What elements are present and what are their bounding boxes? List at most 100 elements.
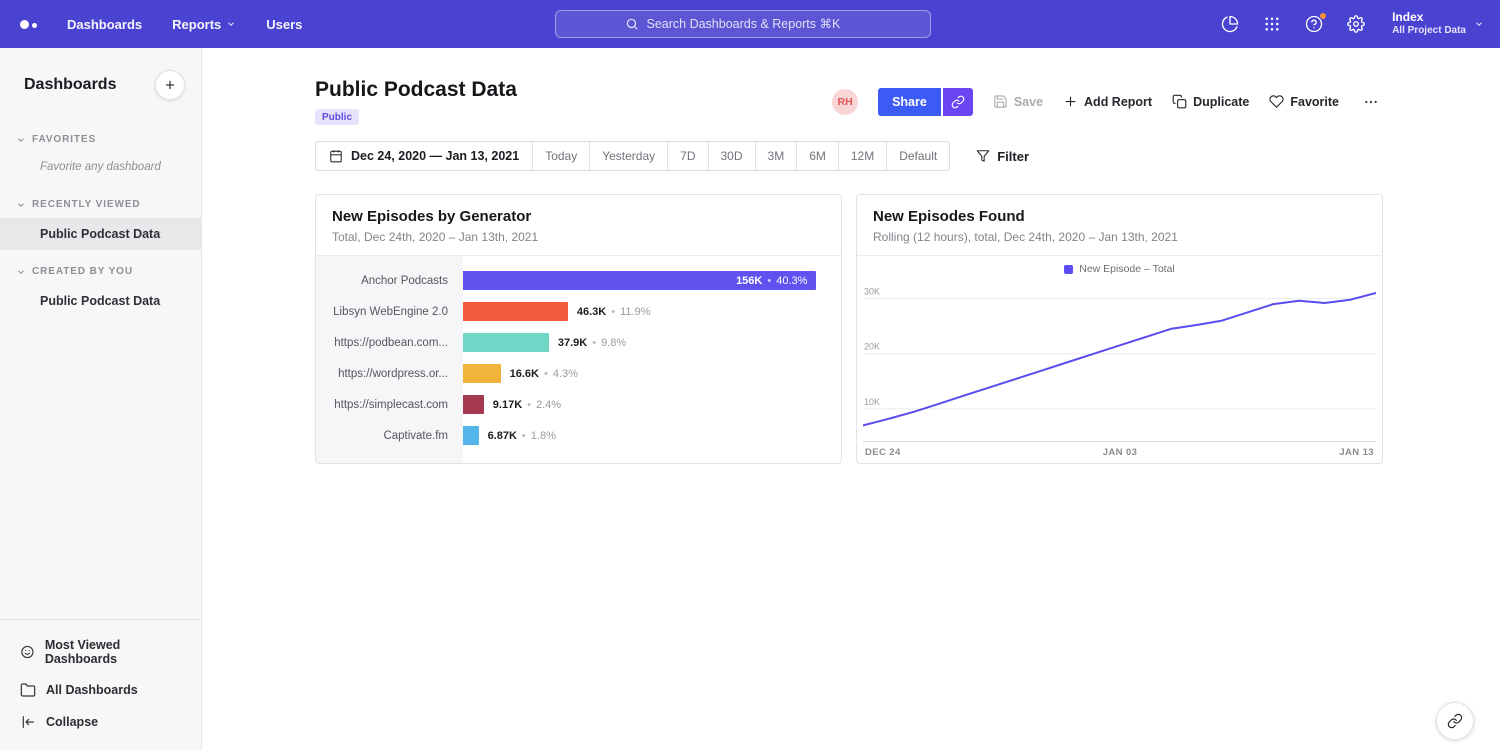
nav-users[interactable]: Users — [266, 17, 302, 32]
ellipsis-icon — [1363, 94, 1379, 110]
line-chart: New Episode – Total 30K20K10K DEC 24 JAN… — [857, 256, 1382, 458]
main-content: Public Podcast Data Public RH Share Save — [202, 48, 1500, 750]
section-recently-viewed[interactable]: RECENTLY VIEWED — [0, 191, 201, 218]
usage-chart-icon[interactable] — [1220, 14, 1240, 34]
add-report-button[interactable]: Add Report — [1063, 94, 1152, 109]
sidebar-item-public-podcast-data[interactable]: Public Podcast Data — [0, 218, 201, 250]
chevron-down-icon — [226, 19, 236, 29]
bar-segment[interactable] — [463, 302, 568, 321]
bar-track: 46.3K•11.9% — [463, 302, 841, 321]
data-line[interactable] — [863, 293, 1376, 425]
collapse-left-icon — [20, 714, 36, 730]
global-search-bar[interactable] — [555, 10, 931, 38]
duplicate-button[interactable]: Duplicate — [1172, 94, 1249, 109]
chevron-down-icon — [16, 267, 26, 277]
bar-value-label: 9.17K•2.4% — [493, 399, 561, 411]
legend-swatch — [1064, 265, 1073, 274]
sidebar-item-public-podcast-data[interactable]: Public Podcast Data — [0, 285, 201, 317]
bar-track: 9.17K•2.4% — [463, 395, 841, 414]
avatar[interactable]: RH — [832, 89, 858, 115]
chart-legend: New Episode – Total — [863, 256, 1376, 282]
project-name: Index — [1392, 10, 1466, 25]
nav-dashboards[interactable]: Dashboards — [67, 17, 142, 32]
bar-row: https://simplecast.com9.17K•2.4% — [316, 389, 841, 420]
collapse-sidebar-button[interactable]: Collapse — [0, 706, 201, 738]
preset-30d[interactable]: 30D — [708, 142, 755, 170]
search-input[interactable] — [647, 17, 862, 31]
notification-badge — [1319, 12, 1327, 20]
chart-subtitle: Rolling (12 hours), total, Dec 24th, 202… — [873, 230, 1366, 244]
bar-track: 16.6K•4.3% — [463, 364, 841, 383]
favorite-label: Favorite — [1290, 95, 1339, 109]
section-created-by-you[interactable]: CREATED BY YOU — [0, 258, 201, 285]
all-dashboards-button[interactable]: All Dashboards — [0, 674, 201, 706]
folder-icon — [20, 682, 36, 698]
line-chart-svg: 30K20K10K — [863, 282, 1376, 442]
bar-value-label: 16.6K•4.3% — [510, 368, 578, 380]
project-subtitle: All Project Data — [1392, 25, 1466, 38]
preset-default[interactable]: Default — [886, 142, 949, 170]
add-dashboard-button[interactable] — [155, 70, 185, 100]
visibility-badge: Public — [315, 109, 359, 125]
nav-reports[interactable]: Reports — [172, 17, 236, 32]
preset-12m[interactable]: 12M — [838, 142, 886, 170]
app-logo[interactable] — [16, 20, 41, 29]
preset-7d[interactable]: 7D — [667, 142, 707, 170]
bar-segment[interactable]: 156K•40.3% — [463, 271, 816, 290]
footer-label: Most Viewed Dashboards — [45, 638, 185, 666]
footer-label: All Dashboards — [46, 683, 138, 697]
date-toolbar: Dec 24, 2020 — Jan 13, 2021 Today Yester… — [315, 141, 1383, 171]
bar-value-label: 46.3K•11.9% — [577, 306, 651, 318]
most-viewed-dashboards-button[interactable]: Most Viewed Dashboards — [0, 630, 201, 674]
copy-link-fab[interactable] — [1436, 702, 1474, 740]
page-title: Public Podcast Data — [315, 78, 517, 102]
filter-funnel-icon — [976, 149, 990, 163]
filter-button[interactable]: Filter — [976, 149, 1029, 164]
chevron-down-icon — [1474, 19, 1484, 29]
share-button[interactable]: Share — [878, 88, 941, 116]
bar-category-label: https://podbean.com... — [316, 337, 463, 349]
more-options-button[interactable] — [1359, 90, 1383, 114]
sidebar-title: Dashboards — [24, 76, 116, 94]
bar-category-label: Captivate.fm — [316, 430, 463, 442]
footer-label: Collapse — [46, 715, 98, 729]
legend-label: New Episode – Total — [1079, 263, 1175, 275]
x-tick: JAN 03 — [1103, 447, 1138, 458]
bar-value-label: 37.9K•9.8% — [558, 337, 626, 349]
chart-subtitle: Total, Dec 24th, 2020 – Jan 13th, 2021 — [332, 230, 825, 244]
sidebar: Dashboards FAVORITES Favorite any dashbo… — [0, 48, 202, 750]
filter-label: Filter — [997, 149, 1029, 164]
bar-segment[interactable] — [463, 395, 484, 414]
bar-value-label: 156K•40.3% — [736, 275, 816, 287]
chart-title: New Episodes Found — [873, 208, 1366, 225]
duplicate-icon — [1172, 94, 1187, 109]
link-icon — [951, 95, 965, 109]
logo-dot-icon — [32, 23, 37, 28]
favorite-button[interactable]: Favorite — [1269, 94, 1339, 109]
search-icon — [625, 17, 639, 31]
save-label: Save — [1014, 95, 1043, 109]
save-button[interactable]: Save — [993, 94, 1043, 109]
top-navigation-bar: Dashboards Reports Users — [0, 0, 1500, 48]
bar-segment[interactable] — [463, 426, 479, 445]
preset-today[interactable]: Today — [532, 142, 589, 170]
preset-yesterday[interactable]: Yesterday — [589, 142, 667, 170]
apps-grid-icon[interactable] — [1262, 14, 1282, 34]
preset-6m[interactable]: 6M — [796, 142, 838, 170]
section-label: FAVORITES — [32, 134, 96, 145]
section-label: CREATED BY YOU — [32, 266, 133, 277]
x-axis-labels: DEC 24 JAN 03 JAN 13 — [863, 442, 1376, 458]
bar-category-label: Anchor Podcasts — [316, 275, 463, 287]
plus-icon — [1063, 94, 1078, 109]
project-selector[interactable]: Index All Project Data — [1392, 10, 1484, 38]
help-icon[interactable] — [1304, 14, 1324, 34]
y-tick: 10K — [864, 397, 880, 407]
date-range-picker[interactable]: Dec 24, 2020 — Jan 13, 2021 — [316, 142, 532, 170]
bar-segment[interactable] — [463, 333, 549, 352]
settings-gear-icon[interactable] — [1346, 14, 1366, 34]
preset-3m[interactable]: 3M — [755, 142, 797, 170]
share-link-button[interactable] — [943, 88, 973, 116]
section-favorites[interactable]: FAVORITES — [0, 126, 201, 153]
bar-segment[interactable] — [463, 364, 501, 383]
y-tick: 30K — [864, 287, 880, 297]
